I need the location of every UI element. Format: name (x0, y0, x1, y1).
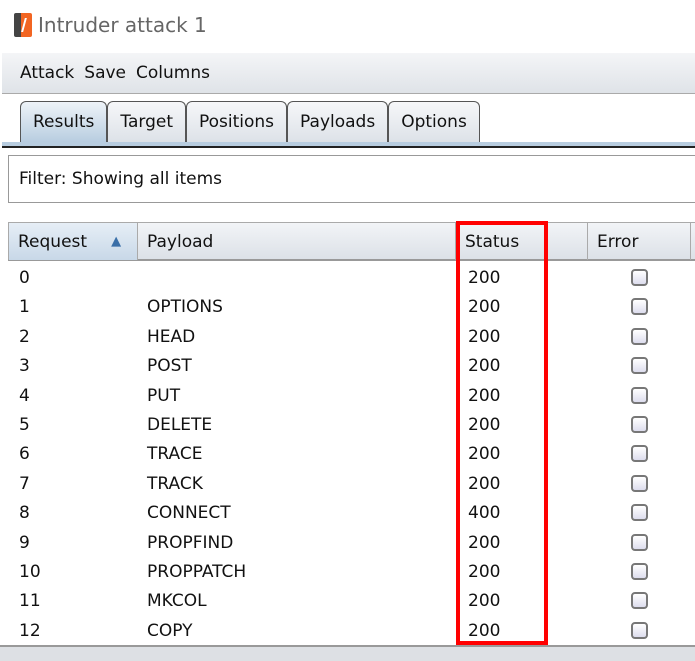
payload-cell: COPY (147, 620, 193, 641)
menu-attack[interactable]: Attack (20, 63, 74, 83)
error-checkbox[interactable] (631, 445, 648, 463)
table-row[interactable]: 10 PROPPATCH 200 (8, 558, 688, 587)
table-row[interactable]: 6 TRACE 200 (8, 440, 688, 469)
request-cell: 12 (19, 620, 41, 641)
column-header-payload[interactable]: Payload (138, 223, 456, 260)
menu-columns[interactable]: Columns (136, 63, 210, 83)
table-row[interactable]: 2 HEAD 200 (8, 323, 688, 352)
request-cell: 5 (19, 415, 30, 435)
table-row[interactable]: 1 OPTIONS 200 (8, 293, 688, 322)
sort-ascending-icon: ▲ (111, 234, 122, 249)
tab-target[interactable]: Target (107, 101, 186, 142)
error-checkbox[interactable] (631, 416, 648, 433)
payload-cell: HEAD (147, 326, 196, 347)
payload-cell: OPTIONS (147, 297, 223, 318)
tab-bar: Results Target Positions Payloads Option… (20, 101, 480, 142)
burp-logo-icon (14, 13, 32, 37)
table-row[interactable]: 11 MKCOL 200 (8, 587, 688, 616)
column-label: Request (18, 231, 88, 252)
error-checkbox[interactable] (631, 621, 648, 639)
request-cell: 7 (19, 473, 30, 494)
tab-payloads[interactable]: Payloads (287, 101, 389, 142)
payload-cell: TRACE (147, 444, 203, 465)
filter-bar[interactable]: Filter: Showing all items (8, 155, 695, 203)
payload-cell: POST (147, 356, 192, 377)
table-row[interactable]: 8 CONNECT 400 (8, 499, 688, 528)
request-cell: 2 (19, 326, 30, 347)
request-cell: 1 (19, 297, 30, 318)
tab-positions[interactable]: Positions (185, 101, 288, 142)
table-row[interactable]: 3 POST 200 (8, 352, 688, 381)
table-row[interactable]: 5 DELETE 200 (8, 411, 688, 440)
payload-cell: PUT (147, 385, 181, 406)
payload-cell: PROPPATCH (147, 562, 247, 582)
error-checkbox[interactable] (631, 474, 648, 492)
error-checkbox[interactable] (631, 533, 648, 551)
table-header: Request ▲ Payload Status Error (8, 222, 695, 261)
window-title: Intruder attack 1 (38, 13, 207, 37)
request-cell: 0 (19, 268, 30, 288)
request-cell: 11 (19, 591, 41, 612)
error-checkbox[interactable] (631, 298, 648, 316)
table-row[interactable]: 4 PUT 200 (8, 382, 688, 411)
error-checkbox[interactable] (631, 563, 648, 580)
tab-results[interactable]: Results (20, 101, 108, 142)
request-cell: 8 (19, 503, 30, 524)
payload-cell: CONNECT (147, 503, 231, 524)
request-cell: 9 (19, 532, 30, 553)
request-cell: 10 (19, 562, 41, 582)
tab-options[interactable]: Options (388, 101, 480, 142)
table-row[interactable]: 12 COPY 200 (8, 617, 688, 646)
error-checkbox[interactable] (631, 504, 648, 522)
table-row[interactable]: 7 TRACK 200 (8, 470, 688, 499)
column-header-error[interactable]: Error (588, 223, 691, 260)
payload-cell: TRACK (147, 473, 203, 494)
request-cell: 3 (19, 356, 30, 377)
menu-bar: Attack Save Columns (2, 53, 695, 94)
window-title-bar: Intruder attack 1 (14, 10, 207, 40)
column-header-request[interactable]: Request ▲ (9, 223, 138, 260)
tab-underline (2, 142, 695, 148)
error-checkbox[interactable] (631, 269, 648, 286)
error-checkbox[interactable] (631, 592, 648, 610)
payload-cell: MKCOL (147, 591, 207, 612)
table-row[interactable]: 9 PROPFIND 200 (8, 529, 688, 558)
request-cell: 6 (19, 444, 30, 465)
error-checkbox[interactable] (631, 357, 648, 375)
payload-cell: DELETE (147, 415, 213, 435)
error-checkbox[interactable] (631, 386, 648, 404)
status-column-highlight (456, 221, 548, 645)
error-checkbox[interactable] (631, 327, 648, 345)
menu-save[interactable]: Save (84, 63, 126, 83)
table-row[interactable]: 0 200 (8, 264, 688, 293)
payload-cell: PROPFIND (147, 532, 234, 553)
request-cell: 4 (19, 385, 30, 406)
